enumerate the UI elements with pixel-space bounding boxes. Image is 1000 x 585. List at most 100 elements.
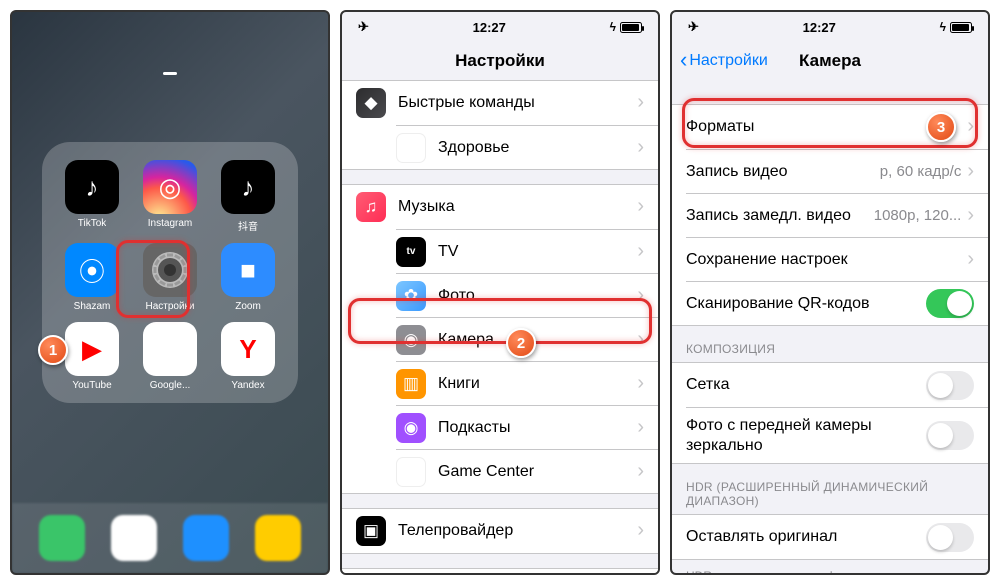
step-badge-1: 1 xyxy=(38,335,68,365)
app-shazam[interactable]: ⦿ Shazam xyxy=(56,243,128,312)
douyin-icon: ♪ xyxy=(221,160,275,214)
row-slomo[interactable]: Запись замедл. видео1080p, 120...› xyxy=(686,193,988,237)
shortcuts-icon: ◆ xyxy=(356,88,386,118)
navbar: Настройки xyxy=(342,42,658,80)
step-badge-2: 2 xyxy=(506,328,536,358)
settings-icon xyxy=(143,243,197,297)
app-label: Yandex xyxy=(231,380,264,391)
back-button[interactable]: ‹Настройки xyxy=(680,52,768,70)
group-header-composition: КОМПОЗИЦИЯ xyxy=(672,326,988,362)
shazam-icon: ⦿ xyxy=(65,243,119,297)
row-books[interactable]: ▥Книги› xyxy=(396,361,658,405)
group-header-hdr: HDR (РАСШИРЕННЫЙ ДИНАМИЧЕСКИЙ ДИАПАЗОН) xyxy=(672,464,988,514)
bolt-icon: ϟ xyxy=(940,20,946,34)
row-label: Музыка xyxy=(398,198,637,216)
instagram-icon: ◎ xyxy=(143,160,197,214)
app-youtube[interactable]: ▶ YouTube xyxy=(56,322,128,391)
toggle-keeporig[interactable] xyxy=(926,523,974,552)
app-settings[interactable]: Настройки xyxy=(134,243,206,312)
row-qr[interactable]: Сканирование QR-кодов xyxy=(686,281,988,325)
status-time: 12:27 xyxy=(803,20,836,35)
panel-settings: ✈ 12:27 ϟ Настройки ◆Быстрые команды›♥Зд… xyxy=(340,10,660,575)
row-label: Запись замедл. видео xyxy=(686,207,874,225)
app-instagram[interactable]: ◎ Instagram xyxy=(134,160,206,233)
app-douyin[interactable]: ♪ 抖音 xyxy=(212,160,284,233)
row-keeporig[interactable]: Оставлять оригинал xyxy=(672,515,988,559)
row-label: Фото xyxy=(438,287,637,305)
bolt-icon: ϟ xyxy=(610,20,616,34)
row-mirror[interactable]: Фото с передней камеры зеркально xyxy=(686,407,988,463)
app-label: TikTok xyxy=(78,218,107,229)
app-label: Настройки xyxy=(145,301,194,312)
health-icon: ♥ xyxy=(396,133,426,163)
gamecenter-icon: ● xyxy=(396,457,426,487)
row-label: Game Center xyxy=(438,463,637,481)
app-label: YouTube xyxy=(72,380,111,391)
app-google-photos[interactable]: ✦ Google... xyxy=(134,322,206,391)
row-music[interactable]: ♫Музыка› xyxy=(342,185,658,229)
row-photo[interactable]: ✿Фото› xyxy=(396,273,658,317)
row-label: Фото с передней камеры зеркально xyxy=(686,416,926,454)
camera-icon: ◉ xyxy=(396,325,426,355)
app-folder[interactable]: ♪ TikTok ◎ Instagram ♪ 抖音 ⦿ Shazam Настройки ■ Zoo… xyxy=(42,142,298,403)
row-label: Книги xyxy=(438,375,637,393)
tv-icon: tv xyxy=(396,237,426,267)
page-title: Настройки xyxy=(455,51,545,71)
toggle-grid[interactable] xyxy=(926,371,974,400)
app-label: Google... xyxy=(150,380,191,391)
row-value: р, 60 кадр/с xyxy=(880,163,962,180)
google-photos-icon: ✦ xyxy=(143,322,197,376)
panel-home: ♪ TikTok ◎ Instagram ♪ 抖音 ⦿ Shazam Настройки ■ Zoo… xyxy=(10,10,330,575)
group-footer-hdr: HDR смешивает лучшие фрагменты трех отде… xyxy=(672,560,988,573)
app-yandex[interactable]: YYandex xyxy=(212,322,284,391)
photo-icon: ✿ xyxy=(396,281,426,311)
row-gamecenter[interactable]: ●Game Center› xyxy=(396,449,658,493)
page-title: Камера xyxy=(799,51,861,71)
navbar: ‹Настройки Камера xyxy=(672,42,988,80)
row-label: TV xyxy=(438,243,637,261)
zoom-icon: ■ xyxy=(221,243,275,297)
row-label: Сетка xyxy=(686,376,926,394)
music-icon: ♫ xyxy=(356,192,386,222)
status-bar: ✈ 12:27 ϟ xyxy=(672,12,988,42)
row-value: 1080p, 120... xyxy=(874,207,962,224)
row-label: Быстрые команды xyxy=(398,94,637,112)
podcasts-icon: ◉ xyxy=(396,413,426,443)
row-video[interactable]: Запись видеор, 60 кадр/с› xyxy=(686,149,988,193)
airplane-icon: ✈ xyxy=(358,19,369,35)
app-label: Zoom xyxy=(235,301,261,312)
row-grid[interactable]: Сетка xyxy=(672,363,988,407)
toggle-mirror[interactable] xyxy=(926,421,974,450)
row-health[interactable]: ♥Здоровье› xyxy=(396,125,658,169)
row-label: Оставлять оригинал xyxy=(686,528,926,546)
app-label: Instagram xyxy=(148,218,192,229)
row-label: Подкасты xyxy=(438,419,637,437)
app-tiktok[interactable]: ♪ TikTok xyxy=(56,160,128,233)
row-label: Сканирование QR-кодов xyxy=(686,295,926,313)
tvprovider-icon: ▣ xyxy=(356,516,386,546)
app-label: 抖音 xyxy=(238,218,258,233)
row-label: Запись видео xyxy=(686,163,880,181)
step-badge-3: 3 xyxy=(926,112,956,142)
row-label: Камера xyxy=(438,331,637,349)
app-label: Shazam xyxy=(74,301,111,312)
row-avito[interactable]: Авито› xyxy=(342,569,658,573)
status-bar: ✈ 12:27 ϟ xyxy=(342,12,658,42)
row-label: Сохранение настроек xyxy=(686,251,967,269)
row-tv[interactable]: tvTV› xyxy=(396,229,658,273)
row-tvprovider[interactable]: ▣Телепровайдер› xyxy=(342,509,658,553)
books-icon: ▥ xyxy=(396,369,426,399)
youtube-icon: ▶ xyxy=(65,322,119,376)
airplane-icon: ✈ xyxy=(688,19,699,35)
dock xyxy=(12,503,328,573)
toggle-qr[interactable] xyxy=(926,289,974,318)
row-preserve[interactable]: Сохранение настроек› xyxy=(686,237,988,281)
row-label: Телепровайдер xyxy=(398,522,637,540)
home-indicator xyxy=(12,12,328,122)
row-shortcuts[interactable]: ◆Быстрые команды› xyxy=(342,81,658,125)
tiktok-icon: ♪ xyxy=(65,160,119,214)
app-zoom[interactable]: ■ Zoom xyxy=(212,243,284,312)
battery-icon xyxy=(620,22,642,33)
row-podcasts[interactable]: ◉Подкасты› xyxy=(396,405,658,449)
battery-icon xyxy=(950,22,972,33)
